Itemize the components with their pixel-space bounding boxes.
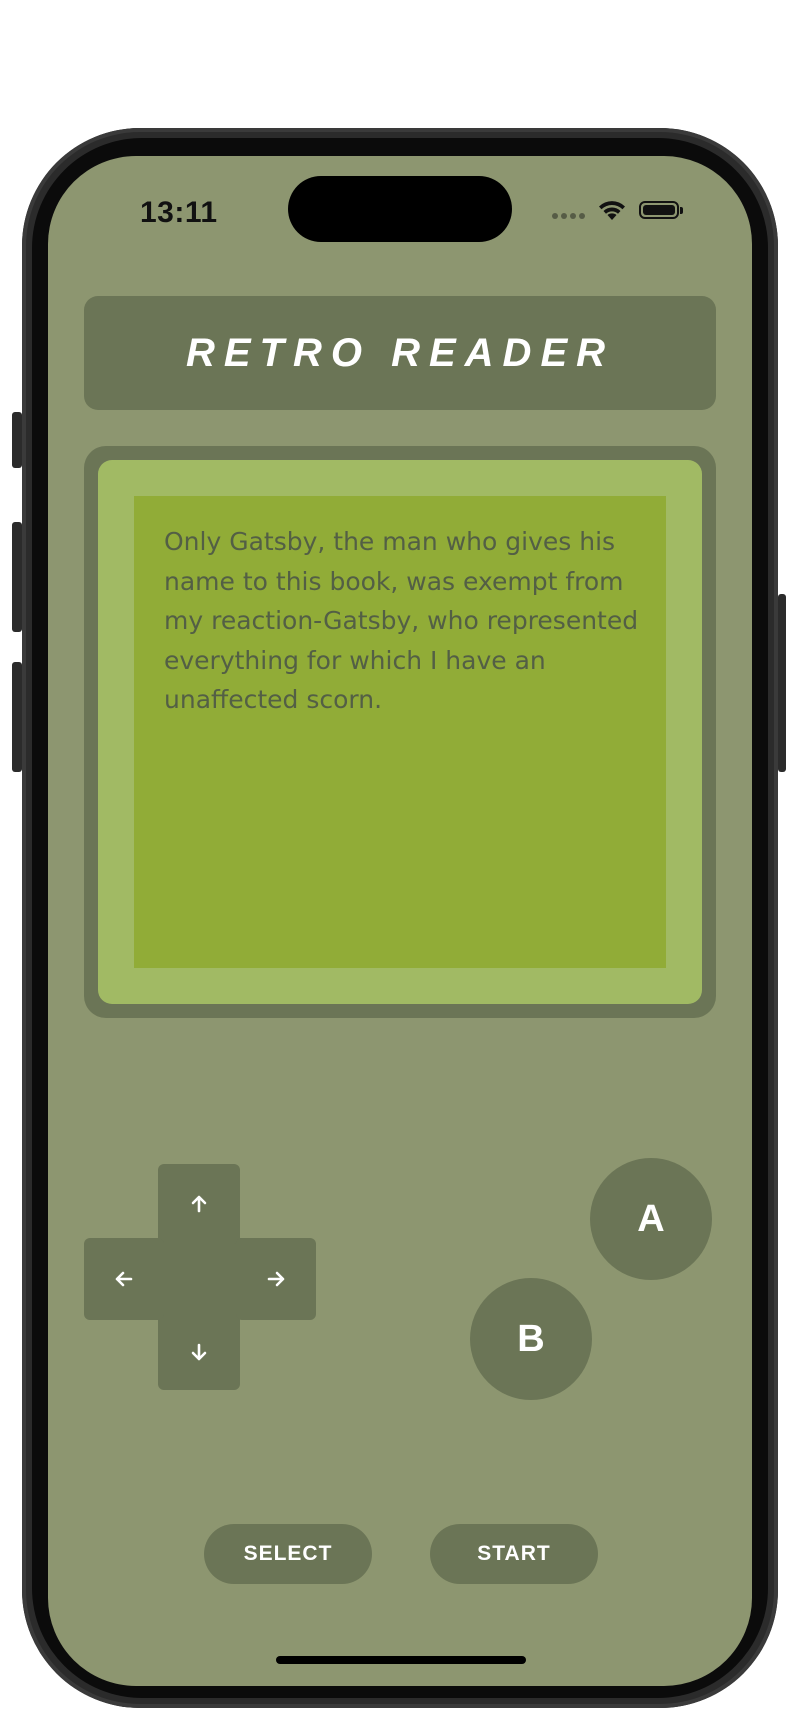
arrow-right-icon xyxy=(267,1271,285,1287)
title-bar: RETRO READER xyxy=(84,296,716,410)
silent-switch xyxy=(12,412,22,468)
dpad-right-button[interactable] xyxy=(236,1238,316,1320)
start-button[interactable]: START xyxy=(430,1524,598,1584)
status-time: 13:11 xyxy=(140,196,218,229)
lcd-bezel: Only Gatsby, the man who gives his name … xyxy=(98,460,702,1004)
dpad-center xyxy=(158,1238,244,1318)
dpad-down-button[interactable] xyxy=(158,1314,240,1390)
home-indicator[interactable] xyxy=(276,1656,526,1664)
dynamic-island xyxy=(288,176,512,242)
select-button[interactable]: SELECT xyxy=(204,1524,372,1584)
app-screen: 13:11 RETRO READER Only Gatsby, the man … xyxy=(48,156,752,1686)
volume-down-button xyxy=(12,662,22,772)
app-title: RETRO READER xyxy=(185,330,615,375)
dpad-left-button[interactable] xyxy=(84,1238,164,1320)
arrow-up-icon xyxy=(191,1195,207,1213)
lcd-display: Only Gatsby, the man who gives his name … xyxy=(134,496,666,968)
volume-up-button xyxy=(12,522,22,632)
wifi-icon xyxy=(599,201,625,220)
arrow-down-icon xyxy=(191,1343,207,1361)
b-button[interactable]: B xyxy=(470,1278,592,1400)
battery-icon xyxy=(639,201,683,219)
cellular-signal-icon xyxy=(552,201,585,219)
reader-text: Only Gatsby, the man who gives his name … xyxy=(164,527,639,714)
power-button xyxy=(778,594,786,772)
a-button[interactable]: A xyxy=(590,1158,712,1280)
arrow-left-icon xyxy=(115,1271,133,1287)
status-icons xyxy=(552,194,683,226)
lcd-frame: Only Gatsby, the man who gives his name … xyxy=(84,446,716,1018)
dpad-up-button[interactable] xyxy=(158,1164,240,1244)
